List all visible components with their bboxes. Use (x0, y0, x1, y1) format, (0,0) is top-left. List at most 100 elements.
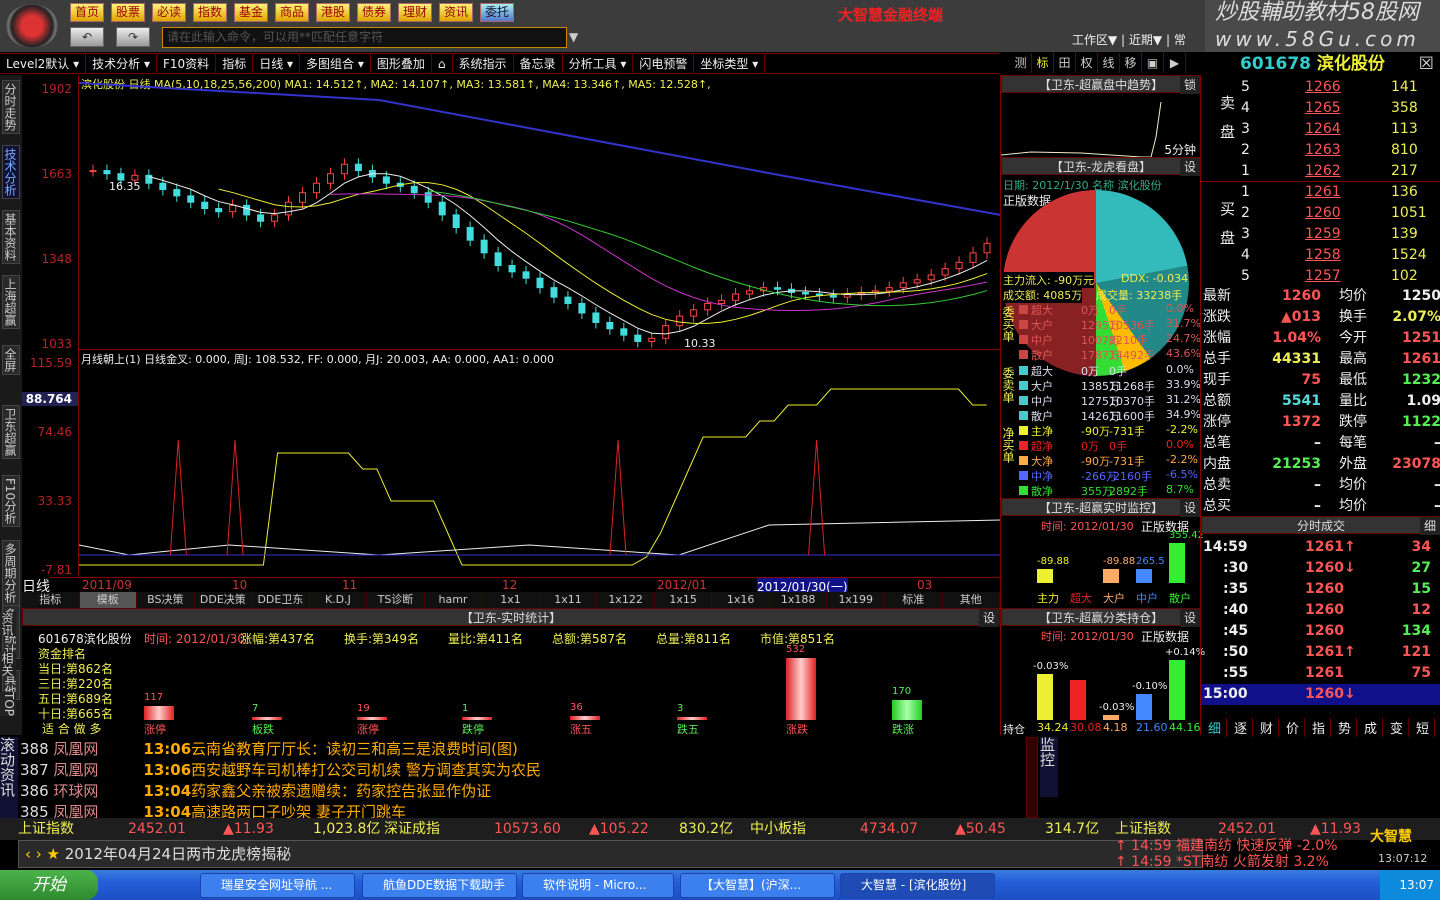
ticker-text[interactable]: 2012年04月24日两市龙虎榜揭秘 (65, 845, 291, 863)
tool-tab[interactable]: ▣ (1142, 53, 1164, 73)
forward-button[interactable]: ↷ (116, 27, 150, 47)
command-input[interactable]: 请在此输入命令，可以用**匹配任意字符 (162, 27, 567, 48)
taskbar-item[interactable]: 瑞星安全网址导航 ... (200, 873, 355, 898)
indicator-tab[interactable]: hamr (425, 592, 483, 608)
toolbar-item[interactable]: 指标 (216, 54, 254, 74)
vtab[interactable]: 上海超赢 (2, 275, 20, 329)
news-side-tab[interactable]: 滚动资讯 (0, 737, 18, 818)
alert-item[interactable]: ↑ 14:59 福建南纺 快速反弹 -2.0% (1115, 838, 1365, 854)
toolbar-item[interactable]: 备忘录 (514, 54, 563, 74)
index-name[interactable]: 中小板指 (750, 818, 806, 840)
indicator-tab[interactable]: BS决策 (137, 592, 195, 608)
settings-button[interactable]: 设 (979, 609, 999, 627)
buy-level-row[interactable]: 5 1257 102 (1201, 266, 1440, 287)
nav-0[interactable]: 首页 (70, 3, 105, 22)
taskbar-item[interactable]: 【大智慧】(沪深... (680, 873, 835, 898)
settings-button[interactable]: 设 (1180, 609, 1200, 627)
news-item[interactable]: 386 环球网 13:04药家鑫父亲被索遗赠续：药家控告张显作伪证 (20, 780, 491, 801)
tick-row[interactable]: :30 1260↓ 27 (1201, 558, 1440, 579)
vtab[interactable]: 分时走势 (2, 80, 20, 134)
toolbar-item[interactable]: 闪电预警 (633, 54, 695, 74)
tick-tab[interactable]: 势 (1333, 718, 1357, 737)
toolbar-item[interactable]: 多图组合 ▾ (300, 54, 371, 74)
nav-1[interactable]: 股票 (111, 3, 146, 22)
vtab[interactable]: 技术分析 (2, 145, 20, 199)
command-dropdown-icon[interactable]: ▼ (569, 30, 578, 44)
tick-row[interactable]: :55 1261 75 (1201, 663, 1440, 684)
settings-button[interactable]: 设 (1180, 158, 1200, 176)
tool-tab[interactable]: 线 (1098, 53, 1120, 73)
indicator-tab[interactable]: 其他 (943, 592, 1001, 608)
toolbar-item[interactable]: 坐标类型 ▾ (694, 54, 766, 74)
tick-row[interactable]: :50 1261↑ 121 (1201, 642, 1440, 663)
stats-side-tab[interactable]: 资讯 (0, 612, 16, 636)
nav-2[interactable]: 必读 (152, 3, 187, 22)
tick-tab[interactable]: 成 (1359, 718, 1383, 737)
indicator-tab[interactable]: 1x1 (482, 592, 540, 608)
stats-side-tab[interactable]: 相关 (0, 652, 16, 676)
tick-tab[interactable]: 逐 (1229, 718, 1253, 737)
toolbar-item[interactable]: F10资料 (157, 54, 217, 74)
alert-item[interactable]: ↑ 14:59 *ST南纺 火箭发射 3.2% (1115, 854, 1365, 870)
ticker-bar[interactable]: ‹ › ★ 2012年04月24日两市龙虎榜揭秘 (18, 840, 1203, 868)
settings-button[interactable]: 锁 (1180, 76, 1200, 94)
indicator-tab[interactable]: DDE卫东 (252, 592, 310, 608)
vtab[interactable]: 基本资料 (2, 210, 20, 264)
indicator-tab[interactable]: 1x188 (770, 592, 828, 608)
tool-tab[interactable]: ▶ (1164, 53, 1186, 73)
indicator-tab[interactable]: 标准 (885, 592, 943, 608)
tick-tab[interactable]: 财 (1255, 718, 1279, 737)
buy-level-row[interactable]: 3 1259 139 (1201, 224, 1440, 245)
stats-side-tab[interactable]: TOP (0, 692, 16, 717)
settings-button[interactable]: 设 (1180, 499, 1200, 517)
index-name[interactable]: 深证成指 (384, 818, 440, 840)
indicator-tab[interactable]: TS诊断 (367, 592, 425, 608)
sell-level-row[interactable]: 4 1265 358 (1201, 98, 1440, 119)
indicator-tab[interactable]: DDE决策 (195, 592, 253, 608)
toolbar-item[interactable]: Level2默认 ▾ (0, 54, 87, 74)
tool-tab[interactable]: 权 (1076, 53, 1098, 73)
taskbar-item[interactable]: 航鱼DDE数据下载助手 (362, 873, 517, 898)
taskbar-item[interactable]: 大智慧 - [滨化股份] (840, 873, 995, 898)
indicator-tab[interactable]: 指标 (22, 592, 80, 608)
nav-10[interactable]: 委托 (480, 3, 515, 22)
nav-7[interactable]: 债券 (357, 3, 392, 22)
index-name[interactable]: 上证指数 (18, 818, 74, 840)
workspace-button[interactable]: 工作区▼ (1072, 33, 1117, 47)
buy-level-row[interactable]: 1 1261 136 (1201, 182, 1440, 203)
tool-tab[interactable]: 测 (1010, 53, 1032, 73)
buy-level-row[interactable]: 4 1258 1524 (1201, 245, 1440, 266)
start-button[interactable]: 开始 (0, 870, 98, 900)
common-button[interactable]: 常 (1174, 33, 1186, 47)
tick-row[interactable]: :40 1260 12 (1201, 600, 1440, 621)
news-scrollbar[interactable] (1026, 737, 1038, 818)
vtab[interactable]: 卫东超赢 (2, 405, 20, 459)
tick-row[interactable]: :45 1260 134 (1201, 621, 1440, 642)
sell-level-row[interactable]: 5 1266 141 (1201, 77, 1440, 98)
tick-row[interactable]: :35 1260 15 (1201, 579, 1440, 600)
sell-level-row[interactable]: 1 1262 217 (1201, 161, 1440, 182)
tool-tab[interactable]: 田 (1054, 53, 1076, 73)
tick-row[interactable]: 15:00 1260↓ (1201, 684, 1440, 705)
vtab[interactable]: 全屏 (2, 345, 20, 375)
news-item[interactable]: 388 凤凰网 13:06云南省教育厅厅长：读初三和高三是浪费时间(图) (20, 738, 518, 759)
tick-tab[interactable]: 指 (1307, 718, 1331, 737)
trend-period[interactable]: 5分钟 (1164, 141, 1196, 158)
back-button[interactable]: ↶ (70, 27, 104, 47)
kline-chart[interactable]: 滨化股份 日线 MA(5,10,18,25,56,200) MA1: 14.51… (78, 75, 1001, 350)
toolbar-item[interactable]: 技术分析 ▾ (86, 54, 157, 74)
index-name[interactable]: 上证指数 (1115, 818, 1171, 840)
toolbar-item[interactable]: 分析工具 ▾ (563, 54, 634, 74)
tool-tab[interactable]: 移 (1120, 53, 1142, 73)
indicator-tab[interactable]: 1x11 (540, 592, 598, 608)
app-logo[interactable] (6, 4, 58, 48)
nav-6[interactable]: 港股 (316, 3, 351, 22)
nav-arrows-icon[interactable]: ‹ › ★ (25, 845, 65, 863)
tool-tab[interactable]: 标 (1032, 53, 1054, 73)
indicator-tab[interactable]: 模板 (79, 592, 138, 608)
close-icon[interactable]: ☒ (1419, 53, 1434, 75)
indicator-tab[interactable]: 1x15 (655, 592, 713, 608)
indicator-tab[interactable]: 1x16 (712, 592, 770, 608)
tick-row[interactable]: 14:59 1261↑ 34 (1201, 537, 1440, 558)
nav-5[interactable]: 商品 (275, 3, 310, 22)
